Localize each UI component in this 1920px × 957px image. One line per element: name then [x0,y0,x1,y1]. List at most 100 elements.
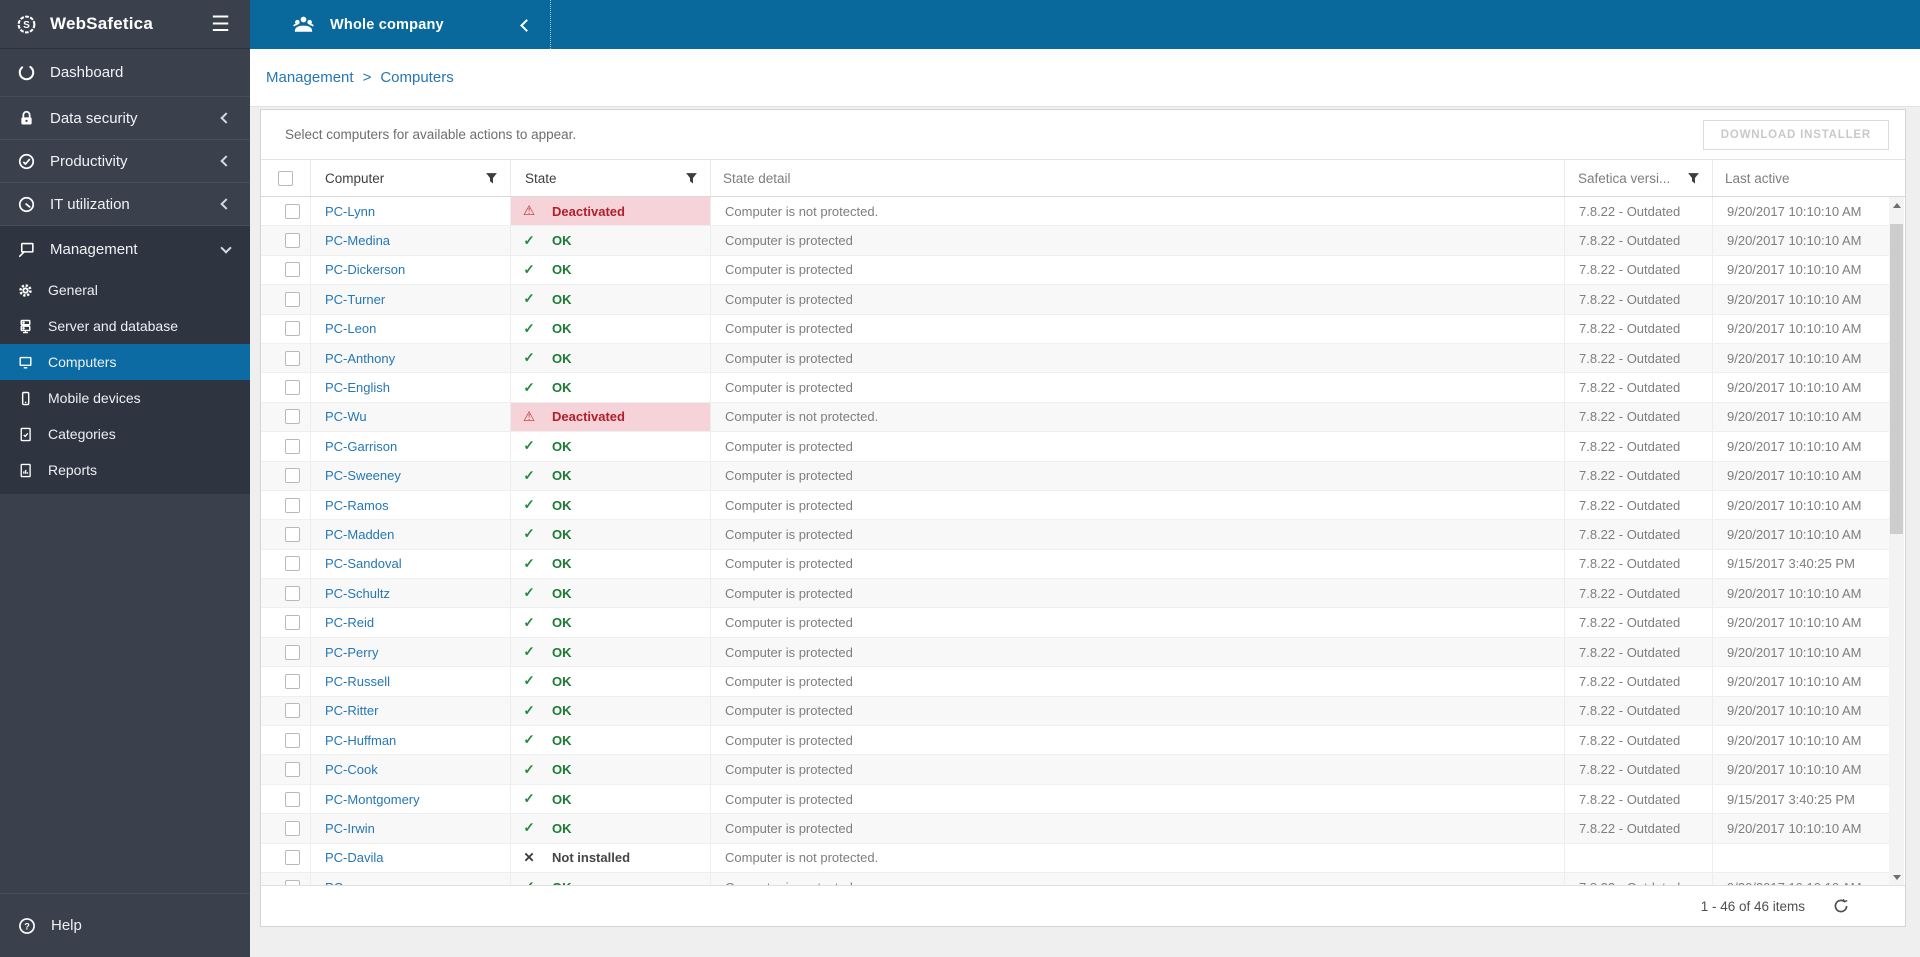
table-row[interactable]: PC-Garrison ✓ OK Computer is protected 7… [261,432,1889,462]
sidebar-item-dashboard[interactable]: Dashboard [0,49,250,96]
column-header-state-detail[interactable]: State detail [711,160,1565,196]
column-header-safetica-version[interactable]: Safetica versi... [1565,160,1713,196]
sidebar-item-mobile-devices[interactable]: Mobile devices [0,380,250,416]
row-checkbox[interactable] [285,850,300,866]
table-row[interactable]: PC-Medina ✓ OK Computer is protected 7.8… [261,226,1889,256]
row-checkbox[interactable] [285,409,300,425]
computer-link[interactable]: PC-Garrison [325,439,397,454]
breadcrumb-management[interactable]: Management [266,69,354,86]
sidebar-item-server-and-database[interactable]: Server and database [0,308,250,344]
table-row[interactable]: PC-Dickerson ✓ OK Computer is protected … [261,255,1889,286]
row-checkbox[interactable] [285,203,300,219]
sidebar-item-general[interactable]: General [0,272,250,308]
sidebar-item-categories[interactable]: Categories [0,416,250,452]
filter-funnel-icon[interactable] [685,172,698,185]
sidebar-item-help[interactable]: ? Help [0,893,250,957]
table-row[interactable]: PC-Perry ✓ OK Computer is protected 7.8.… [261,637,1889,668]
table-row[interactable]: PC-Turner ✓ OK Computer is protected 7.8… [261,285,1889,315]
computer-link[interactable]: PC-Montgomery [325,792,420,807]
table-row[interactable]: PC-Schultz ✓ OK Computer is protected 7.… [261,579,1889,609]
scrollbar-thumb[interactable] [1890,224,1903,534]
row-checkbox[interactable] [285,585,300,601]
company-selector[interactable]: Whole company [250,0,550,49]
row-checkbox[interactable] [285,791,300,807]
breadcrumb-computers[interactable]: Computers [380,69,453,86]
sidebar-item-reports[interactable]: Reports [0,452,250,488]
computer-link[interactable]: PC-Sandoval [325,556,402,571]
table-row[interactable]: PC-Madden ✓ OK Computer is protected 7.8… [261,520,1889,550]
row-checkbox[interactable] [285,262,300,278]
row-checkbox[interactable] [285,732,300,748]
computer-link[interactable]: PC-Cook [325,762,378,777]
table-row[interactable]: PC-Davila ✕ Not installed Computer is no… [261,843,1889,873]
table-row[interactable]: PC-Ritter ✓ OK Computer is protected 7.8… [261,696,1889,727]
computer-link[interactable]: PC-Russell [325,674,390,689]
table-row[interactable]: PC-Irwin ✓ OK Computer is protected 7.8.… [261,814,1889,844]
download-installer-button[interactable]: DOWNLOAD INSTALLER [1702,120,1889,150]
row-checkbox[interactable] [285,673,300,689]
computer-link[interactable]: PC-Huffman [325,733,396,748]
computer-link[interactable]: PC-Reid [325,615,374,630]
computer-link[interactable]: PC-Ramos [325,498,389,513]
row-checkbox[interactable] [285,380,300,396]
computer-link[interactable]: PC-Turner [325,292,385,307]
computer-link[interactable]: PC-Ritter [325,703,378,718]
table-row[interactable]: PC-Huffman ✓ OK Computer is protected 7.… [261,726,1889,756]
scroll-down-arrow-icon[interactable] [1889,869,1904,885]
computer-link[interactable]: PC-Sweeney [325,468,401,483]
sidebar-item-computers[interactable]: Computers [0,344,250,380]
row-checkbox[interactable] [285,556,300,572]
computer-link[interactable]: PC-Wu [325,409,367,424]
computer-link[interactable]: PC-... [325,880,358,885]
table-row[interactable]: PC-Wu ⚠ Deactivated Computer is not prot… [261,402,1889,433]
row-checkbox[interactable] [285,762,300,778]
computer-link[interactable]: PC-Davila [325,850,384,865]
table-row[interactable]: PC-Leon ✓ OK Computer is protected 7.8.2… [261,314,1889,344]
computer-link[interactable]: PC-Irwin [325,821,375,836]
row-checkbox[interactable] [285,291,300,307]
refresh-icon[interactable] [1833,898,1849,914]
table-row[interactable]: PC-Ramos ✓ OK Computer is protected 7.8.… [261,490,1889,521]
table-row[interactable]: PC-Cook ✓ OK Computer is protected 7.8.2… [261,755,1889,785]
row-checkbox[interactable] [285,703,300,719]
hamburger-menu-icon[interactable]: ☰ [207,12,234,37]
computer-link[interactable]: PC-English [325,380,390,395]
row-checkbox[interactable] [285,615,300,631]
row-checkbox[interactable] [285,879,300,885]
computer-link[interactable]: PC-Lynn [325,204,375,219]
row-checkbox[interactable] [285,820,300,836]
row-checkbox[interactable] [285,644,300,660]
computer-link[interactable]: PC-Madden [325,527,394,542]
sidebar-item-productivity[interactable]: Productivity [0,139,250,182]
computer-link[interactable]: PC-Leon [325,321,376,336]
computer-link[interactable]: PC-Anthony [325,351,395,366]
row-checkbox[interactable] [285,497,300,513]
table-row[interactable]: PC-Anthony ✓ OK Computer is protected 7.… [261,343,1889,374]
column-header-state[interactable]: State [511,160,711,196]
table-row[interactable]: PC-Montgomery ✓ OK Computer is protected… [261,784,1889,815]
scroll-up-arrow-icon[interactable] [1889,197,1904,213]
row-checkbox[interactable] [285,350,300,366]
filter-funnel-icon[interactable] [1687,172,1700,185]
computer-link[interactable]: PC-Perry [325,645,378,660]
row-checkbox[interactable] [285,233,300,249]
select-all-checkbox[interactable] [278,170,293,186]
sidebar-item-data-security[interactable]: Data security [0,96,250,139]
computer-link[interactable]: PC-Dickerson [325,262,405,277]
column-header-last-active[interactable]: Last active [1713,160,1905,196]
row-checkbox[interactable] [285,438,300,454]
row-checkbox[interactable] [285,321,300,337]
computer-link[interactable]: PC-Schultz [325,586,390,601]
table-row[interactable]: PC-Russell ✓ OK Computer is protected 7.… [261,667,1889,697]
table-row[interactable]: PC-Reid ✓ OK Computer is protected 7.8.2… [261,608,1889,638]
table-row[interactable]: PC-Sandoval ✓ OK Computer is protected 7… [261,549,1889,580]
table-row[interactable]: PC-English ✓ OK Computer is protected 7.… [261,373,1889,403]
table-row[interactable]: PC-Sweeney ✓ OK Computer is protected 7.… [261,461,1889,491]
computer-link[interactable]: PC-Medina [325,233,390,248]
vertical-scrollbar[interactable] [1889,197,1904,885]
row-checkbox[interactable] [285,468,300,484]
column-header-computer[interactable]: Computer [311,160,511,196]
sidebar-item-it-utilization[interactable]: IT utilization [0,182,250,225]
filter-funnel-icon[interactable] [485,172,498,185]
sidebar-item-management[interactable]: Management [0,225,250,272]
